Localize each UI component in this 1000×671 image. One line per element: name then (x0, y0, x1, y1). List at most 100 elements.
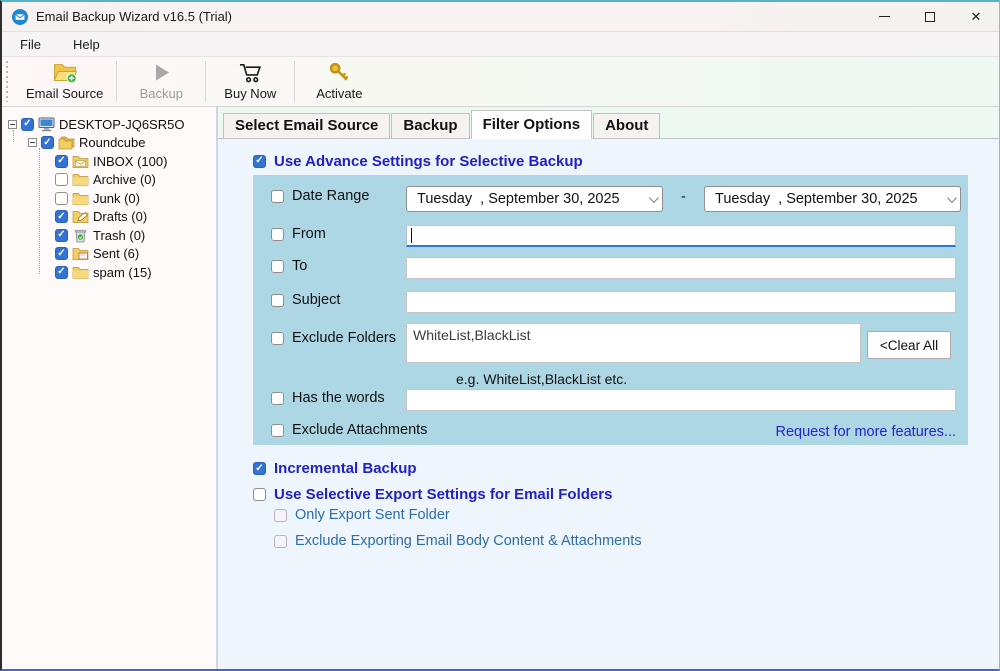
exclude-folders-checkbox[interactable] (271, 332, 284, 345)
tree-account-checkbox[interactable] (41, 136, 54, 149)
incremental-backup-label: Incremental Backup (274, 460, 417, 477)
folder-checkbox[interactable] (55, 192, 68, 205)
exclude-folders-input[interactable]: WhiteList,BlackList (406, 323, 861, 363)
exclude-attachments-checkbox[interactable] (271, 424, 284, 437)
chevron-down-icon (947, 193, 957, 203)
toolbar-separator (294, 61, 295, 102)
collapse-icon[interactable] (28, 138, 37, 147)
folder-checkbox[interactable] (55, 210, 68, 223)
has-words-input[interactable] (406, 389, 956, 411)
to-checkbox[interactable] (271, 260, 284, 273)
tree-folder-row[interactable]: INBOX (100) (55, 152, 216, 171)
has-words-label: Has the words (292, 390, 385, 406)
exclude-attachments-label: Exclude Attachments (292, 422, 427, 438)
folder-label[interactable]: Archive (0) (93, 172, 156, 187)
exclude-folders-hint: e.g. WhiteList,BlackList etc. (456, 371, 627, 387)
app-window: Email Backup Wizard v16.5 (Trial) ✕ File… (0, 0, 1000, 671)
exclude-body-checkbox[interactable] (274, 535, 287, 548)
clear-all-button[interactable]: <Clear All (867, 331, 951, 359)
toolbar-separator (205, 61, 206, 102)
tree-folder-row[interactable]: Sent (6) (55, 245, 216, 264)
folder-label[interactable]: Junk (0) (93, 191, 140, 206)
date-range-checkbox[interactable] (271, 190, 284, 203)
advance-settings-checkbox[interactable] (253, 155, 266, 168)
tree-account-row[interactable]: Roundcube (28, 134, 216, 153)
computer-icon (38, 117, 55, 132)
tree-account-label[interactable]: Roundcube (79, 135, 146, 150)
tab-backup[interactable]: Backup (391, 113, 469, 138)
minimize-button[interactable] (861, 2, 907, 31)
buy-now-button[interactable]: Buy Now (207, 57, 293, 106)
tree-root-row[interactable]: DESKTOP-JQ6SR5O (8, 115, 216, 134)
backup-label: Backup (140, 86, 183, 101)
tree-root-label[interactable]: DESKTOP-JQ6SR5O (59, 117, 184, 132)
toolbar-separator (116, 61, 117, 102)
date-to-dropdown[interactable]: Tuesday , September 30, 2025 (704, 186, 961, 212)
advance-settings-label: Use Advance Settings for Selective Backu… (274, 153, 583, 170)
folder-label[interactable]: Drafts (0) (93, 209, 147, 224)
chevron-down-icon (649, 193, 659, 203)
tab-filter-options[interactable]: Filter Options (471, 110, 593, 139)
filter-panel: Date Range Tuesday , September 30, 2025 … (253, 175, 968, 445)
menu-bar: File Help (2, 32, 999, 57)
tree-folder-row[interactable]: Archive (0) (55, 171, 216, 190)
buy-now-label: Buy Now (224, 86, 276, 101)
date-range-label: Date Range (292, 188, 369, 204)
folder-checkbox[interactable] (55, 155, 68, 168)
filter-options-page: Use Advance Settings for Selective Backu… (218, 139, 999, 669)
activate-label: Activate (316, 86, 362, 101)
subject-input[interactable] (406, 291, 956, 313)
selective-export-label: Use Selective Export Settings for Email … (274, 486, 612, 503)
menu-file[interactable]: File (16, 35, 45, 54)
incremental-backup-row: Incremental Backup (253, 460, 999, 477)
folder-checkbox[interactable] (55, 247, 68, 260)
backup-button[interactable]: Backup (118, 57, 204, 106)
folder-label[interactable]: Sent (6) (93, 246, 139, 261)
selective-export-checkbox[interactable] (253, 488, 266, 501)
from-checkbox[interactable] (271, 228, 284, 241)
collapse-icon[interactable] (8, 120, 17, 129)
tree-folder-row[interactable]: Drafts (0) (55, 208, 216, 227)
from-input[interactable] (406, 225, 956, 247)
toolbar: Email Source Backup Buy Now Activate (2, 57, 999, 107)
selective-export-row: Use Selective Export Settings for Email … (253, 486, 999, 503)
maximize-button[interactable] (907, 2, 953, 31)
date-from-dropdown[interactable]: Tuesday , September 30, 2025 (406, 186, 663, 212)
email-source-button[interactable]: Email Source (14, 57, 115, 106)
folder-tree: DESKTOP-JQ6SR5O Roundcube (2, 107, 218, 669)
date-range-separator: - (681, 189, 686, 205)
subject-checkbox[interactable] (271, 294, 284, 307)
folder-label[interactable]: Trash (0) (93, 228, 145, 243)
tree-folder-row[interactable]: Trash (0) (55, 226, 216, 245)
email-source-label: Email Source (26, 86, 103, 101)
tab-select-email-source[interactable]: Select Email Source (223, 113, 390, 138)
has-words-checkbox[interactable] (271, 392, 284, 405)
request-features-link[interactable]: Request for more features... (775, 424, 956, 440)
date-to-value: Tuesday , September 30, 2025 (715, 191, 918, 207)
only-sent-checkbox[interactable] (274, 509, 287, 522)
window-title: Email Backup Wizard v16.5 (Trial) (36, 9, 232, 24)
tree-root-checkbox[interactable] (21, 118, 34, 131)
text-caret (411, 228, 412, 243)
folder-checkbox[interactable] (55, 266, 68, 279)
mail-account-icon (58, 135, 75, 150)
advance-settings-row: Use Advance Settings for Selective Backu… (253, 150, 999, 172)
tree-folder-row[interactable]: Junk (0) (55, 189, 216, 208)
folder-label[interactable]: spam (15) (93, 265, 152, 280)
folder-checkbox[interactable] (55, 173, 68, 186)
close-button[interactable]: ✕ (953, 2, 999, 31)
incremental-backup-checkbox[interactable] (253, 462, 266, 475)
exclude-body-row: Exclude Exporting Email Body Content & A… (274, 533, 999, 549)
activate-button[interactable]: Activate (296, 57, 382, 106)
tab-strip: Select Email Source Backup Filter Option… (218, 107, 999, 139)
only-sent-label: Only Export Sent Folder (295, 507, 450, 523)
to-input[interactable] (406, 257, 956, 279)
tab-about[interactable]: About (593, 113, 660, 138)
folder-label[interactable]: INBOX (100) (93, 154, 167, 169)
play-icon (150, 61, 172, 84)
folder-icon (72, 265, 89, 280)
tree-folder-row[interactable]: spam (15) (55, 263, 216, 282)
folder-checkbox[interactable] (55, 229, 68, 242)
menu-help[interactable]: Help (69, 35, 104, 54)
shopping-cart-icon (237, 61, 264, 84)
